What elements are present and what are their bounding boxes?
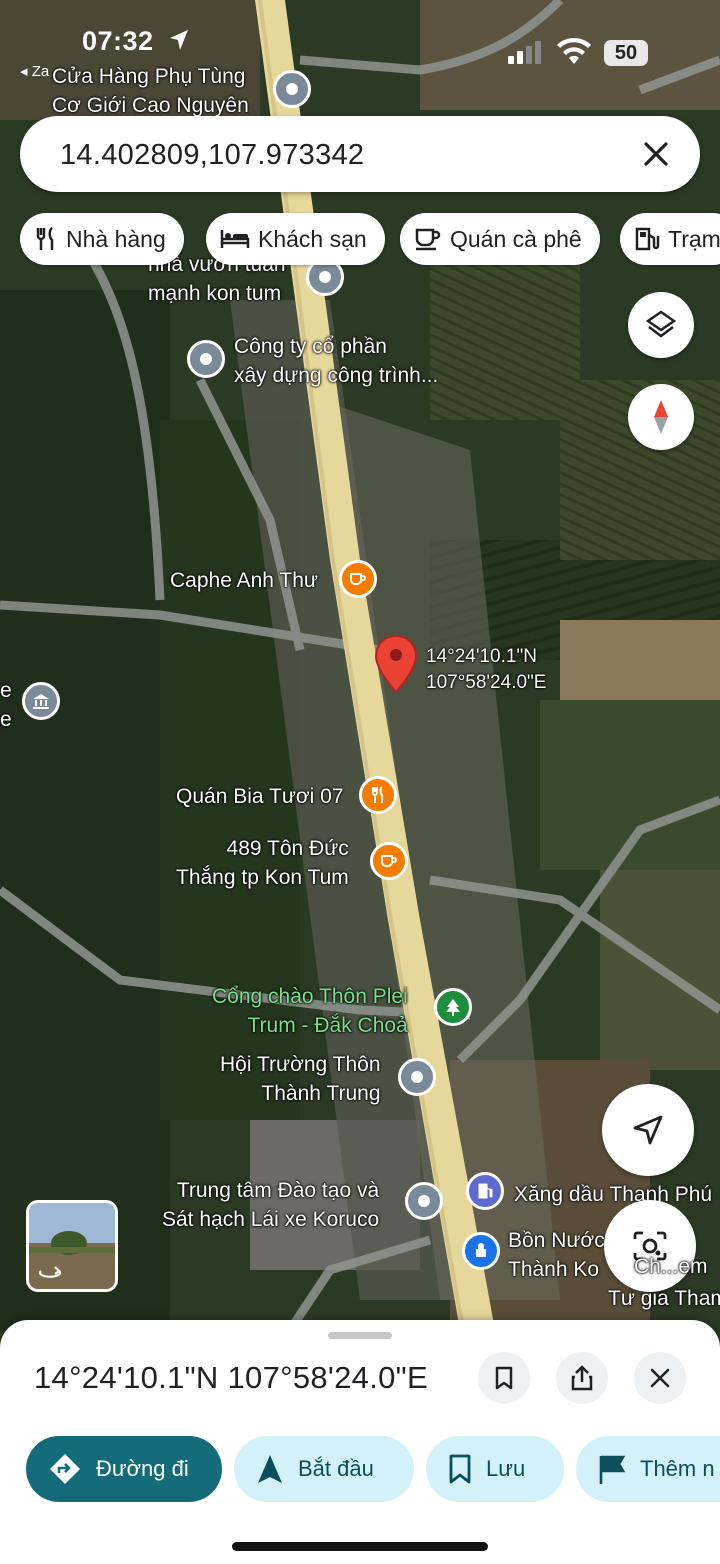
place-label-bon-nuoc[interactable]: Bồn Nước Thành Ko <box>508 1226 605 1284</box>
start-button[interactable]: Bắt đầu <box>234 1436 414 1502</box>
layers-button[interactable] <box>628 292 694 358</box>
directions-button[interactable]: Đường đi <box>26 1436 222 1502</box>
flag-icon <box>599 1455 626 1484</box>
my-location-button[interactable] <box>602 1084 694 1176</box>
action-buttons: Đường đi Bắt đầu Lưu Thêm n <box>0 1436 720 1502</box>
place-label-quan-bia[interactable]: Quán Bia Tươi 07 <box>176 782 344 811</box>
place-label-phu-tung[interactable]: Cửa Hàng Phụ Tùng Cơ Giới Cao Nguyên <box>52 62 249 120</box>
park-pin-icon[interactable] <box>434 988 472 1026</box>
dropped-pin-icon[interactable] <box>374 634 418 694</box>
gas-pin-icon[interactable] <box>466 1172 504 1210</box>
place-label-left-edge[interactable]: e e <box>0 676 12 734</box>
share-icon <box>571 1365 593 1391</box>
street-view-thumbnail[interactable] <box>26 1200 118 1292</box>
chip-restaurants[interactable]: Nhà hàng <box>20 213 184 265</box>
sheet-drag-handle[interactable] <box>328 1332 392 1339</box>
add-label-button[interactable]: Thêm n <box>576 1436 720 1502</box>
close-icon <box>650 1368 670 1388</box>
place-label-chem[interactable]: Ch...em <box>634 1252 708 1281</box>
rotate-360-icon <box>38 1266 62 1278</box>
place-pin-icon[interactable] <box>273 70 311 108</box>
place-label-trung-tam[interactable]: Trung tâm Đào tạo và Sát hạch Lái xe Kor… <box>162 1176 379 1234</box>
place-pin-icon[interactable] <box>398 1058 436 1096</box>
place-label-hoi-truong[interactable]: Hội Trường Thôn Thành Trung <box>220 1050 381 1108</box>
place-label-cong-ty[interactable]: Công ty cổ phần xây dựng công trình... <box>234 332 438 390</box>
coffee-icon <box>415 228 441 251</box>
save-button[interactable]: Lưu <box>426 1436 564 1502</box>
place-label-cong-chao[interactable]: Cổng chào Thôn Plei Trum - Đắk Choả <box>212 982 408 1040</box>
place-label-caphe-anh-thu[interactable]: Caphe Anh Thư <box>170 566 318 595</box>
navigation-arrow-icon <box>633 1115 663 1145</box>
chip-hotels[interactable]: Khách sạn <box>206 213 385 265</box>
water-pin-icon[interactable] <box>462 1232 500 1270</box>
cafe-pin-icon[interactable] <box>339 560 377 598</box>
place-pin-icon[interactable] <box>187 340 225 378</box>
bookmark-icon <box>495 1366 513 1390</box>
layers-icon <box>645 310 677 338</box>
save-icon-button[interactable] <box>478 1352 530 1404</box>
cafe-pin-icon[interactable] <box>370 842 408 880</box>
close-sheet-button[interactable] <box>634 1352 686 1404</box>
museum-pin-icon[interactable] <box>22 682 60 720</box>
home-indicator[interactable] <box>232 1542 488 1551</box>
cellular-signal-icon <box>508 41 541 64</box>
back-to-app[interactable]: ◂ Za <box>20 62 49 80</box>
place-details-sheet[interactable]: 14°24'10.1"N 107°58'24.0"E Đường đi Bắt … <box>0 1320 720 1564</box>
restaurant-icon <box>36 226 54 250</box>
compass-button[interactable] <box>628 384 694 450</box>
place-label-489-ton-duc[interactable]: 489 Tôn Đức Thắng tp Kon Tum <box>176 834 349 892</box>
battery-indicator: 50 <box>604 40 648 66</box>
restaurant-pin-icon[interactable] <box>359 776 397 814</box>
directions-icon <box>50 1454 80 1484</box>
status-time: 07:32 <box>82 26 154 56</box>
dropped-pin-coords: 14°24'10.1"N 107°58'24.0"E <box>426 646 547 693</box>
share-button[interactable] <box>556 1352 608 1404</box>
place-pin-icon[interactable] <box>405 1182 443 1220</box>
wifi-icon <box>557 38 591 64</box>
category-chips: Nhà hàng Khách sạn Quán cà phê Trạm <box>20 213 720 265</box>
place-label-xang-dau[interactable]: Xăng dầu Thanh Phú <box>514 1180 712 1209</box>
chip-gas-stations[interactable]: Trạm <box>620 213 720 265</box>
navigation-icon <box>258 1455 282 1483</box>
search-input[interactable] <box>58 134 622 176</box>
location-arrow-icon <box>170 30 188 50</box>
compass-icon <box>654 400 668 434</box>
bookmark-icon <box>449 1454 471 1484</box>
search-bar[interactable] <box>20 116 700 192</box>
sheet-title: 14°24'10.1"N 107°58'24.0"E <box>34 1360 428 1395</box>
gas-station-icon <box>635 227 660 251</box>
chip-coffee[interactable]: Quán cà phê <box>400 213 600 265</box>
hotel-icon <box>220 230 250 248</box>
clear-search-icon[interactable] <box>638 136 674 172</box>
